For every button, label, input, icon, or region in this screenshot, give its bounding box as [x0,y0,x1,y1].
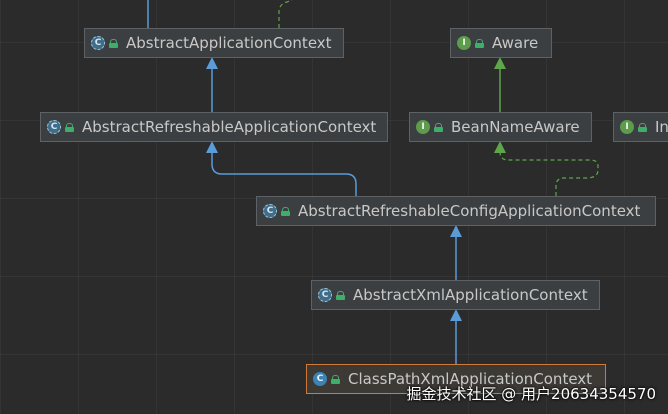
public-visibility-icon [475,38,484,48]
node-abstract-xml-application-context[interactable]: C AbstractXmlApplicationContext [311,280,600,310]
node-label: In [655,118,668,136]
public-visibility-icon [331,374,340,384]
node-label: AbstractXmlApplicationContext [353,286,588,304]
public-visibility-icon [336,290,345,300]
interface-icon: I [620,120,634,134]
diagram-canvas[interactable]: C AbstractApplicationContext I Aware C A… [0,0,668,414]
node-label: AbstractRefreshableConfigApplicationCont… [298,202,641,220]
class-icon: C [313,372,327,386]
node-label: AbstractApplicationContext [126,34,332,52]
interface-icon: I [457,36,471,50]
watermark: 掘金技术社区 @ 用户20634354570 [406,385,656,403]
public-visibility-icon [65,122,74,132]
node-offscreen-interface[interactable]: I In [613,112,668,142]
public-visibility-icon [281,206,290,216]
implements-dashed-edge [499,151,599,196]
implements-arrowhead [494,141,506,153]
extends-edge [211,152,357,196]
abstract-class-icon: C [47,120,61,134]
abstract-class-icon: C [318,288,332,302]
public-visibility-icon [638,122,647,132]
node-abstract-refreshable-application-context[interactable]: C AbstractRefreshableApplicationContext [40,112,388,142]
node-aware[interactable]: I Aware [450,28,552,58]
node-label: Aware [492,34,539,52]
extends-arrowhead [206,57,218,69]
public-visibility-icon [109,38,118,48]
implements-arrowhead [494,57,506,69]
node-bean-name-aware[interactable]: I BeanNameAware [409,112,592,142]
public-visibility-icon [434,122,443,132]
node-label: AbstractRefreshableApplicationContext [82,118,377,136]
extends-arrowhead [206,141,218,153]
extends-arrowhead [450,225,462,237]
interface-icon: I [416,120,430,134]
node-abstract-application-context[interactable]: C AbstractApplicationContext [84,28,344,58]
node-abstract-refreshable-config-application-context[interactable]: C AbstractRefreshableConfigApplicationCo… [256,196,656,226]
node-label: BeanNameAware [451,118,580,136]
abstract-class-icon: C [91,36,105,50]
abstract-class-icon: C [263,204,277,218]
implements-dashed-edge-offscreen [278,0,293,28]
extends-arrowhead [450,309,462,321]
